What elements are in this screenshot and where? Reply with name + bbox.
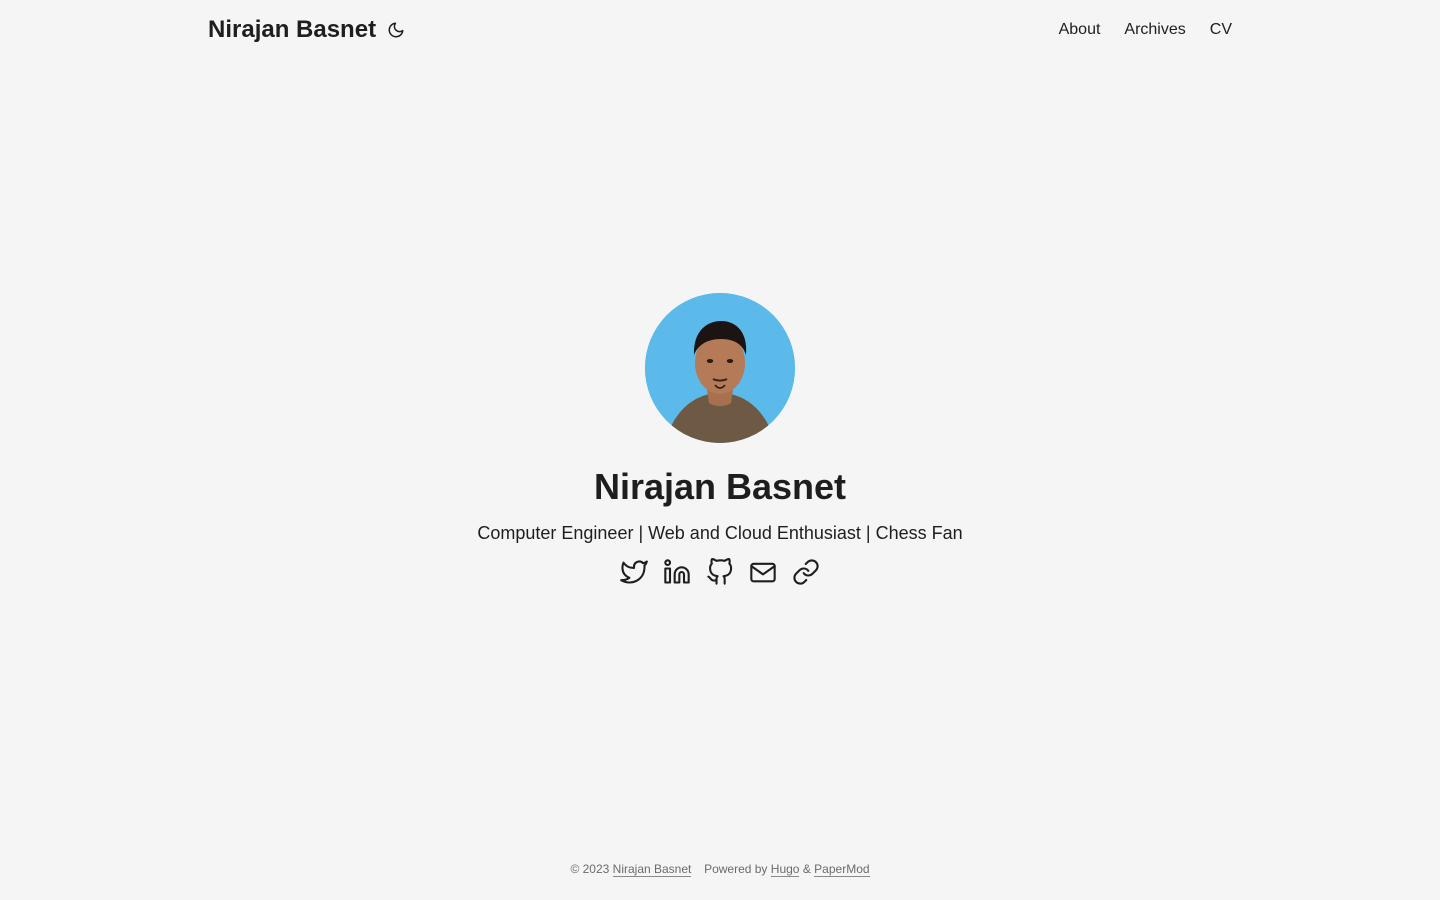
- site-footer: © 2023 Nirajan Basnet Powered by Hugo & …: [0, 862, 1440, 877]
- nav-about[interactable]: About: [1059, 21, 1101, 39]
- link-icon[interactable]: [792, 558, 820, 586]
- footer-powered-by: Powered by: [704, 862, 768, 876]
- profile-subtitle: Computer Engineer | Web and Cloud Enthus…: [477, 522, 963, 543]
- footer-hugo-link[interactable]: Hugo: [770, 862, 800, 877]
- email-icon[interactable]: [749, 558, 777, 586]
- logo-wrap: Nirajan Basnet: [208, 16, 406, 44]
- profile-name: Nirajan Basnet: [593, 466, 847, 507]
- social-links: [620, 557, 820, 586]
- nav-archives[interactable]: Archives: [1124, 21, 1185, 39]
- footer-amp: &: [802, 862, 811, 876]
- footer-copyright: © 2023: [570, 862, 610, 876]
- twitter-icon[interactable]: [620, 558, 648, 586]
- main-nav: About Archives CV: [1059, 21, 1232, 39]
- profile-section: Nirajan Basnet Computer Engineer | Web a…: [0, 293, 1440, 586]
- linkedin-icon[interactable]: [663, 558, 691, 586]
- avatar: [645, 293, 795, 443]
- github-icon[interactable]: [706, 557, 734, 586]
- nav-cv[interactable]: CV: [1210, 21, 1232, 39]
- moon-icon[interactable]: [386, 20, 406, 40]
- site-header: Nirajan Basnet About Archives CV: [208, 0, 1232, 60]
- footer-author-link[interactable]: Nirajan Basnet: [612, 862, 692, 877]
- site-logo[interactable]: Nirajan Basnet: [208, 16, 376, 44]
- avatar-portrait: [645, 293, 795, 443]
- footer-papermod-link[interactable]: PaperMod: [814, 862, 870, 877]
